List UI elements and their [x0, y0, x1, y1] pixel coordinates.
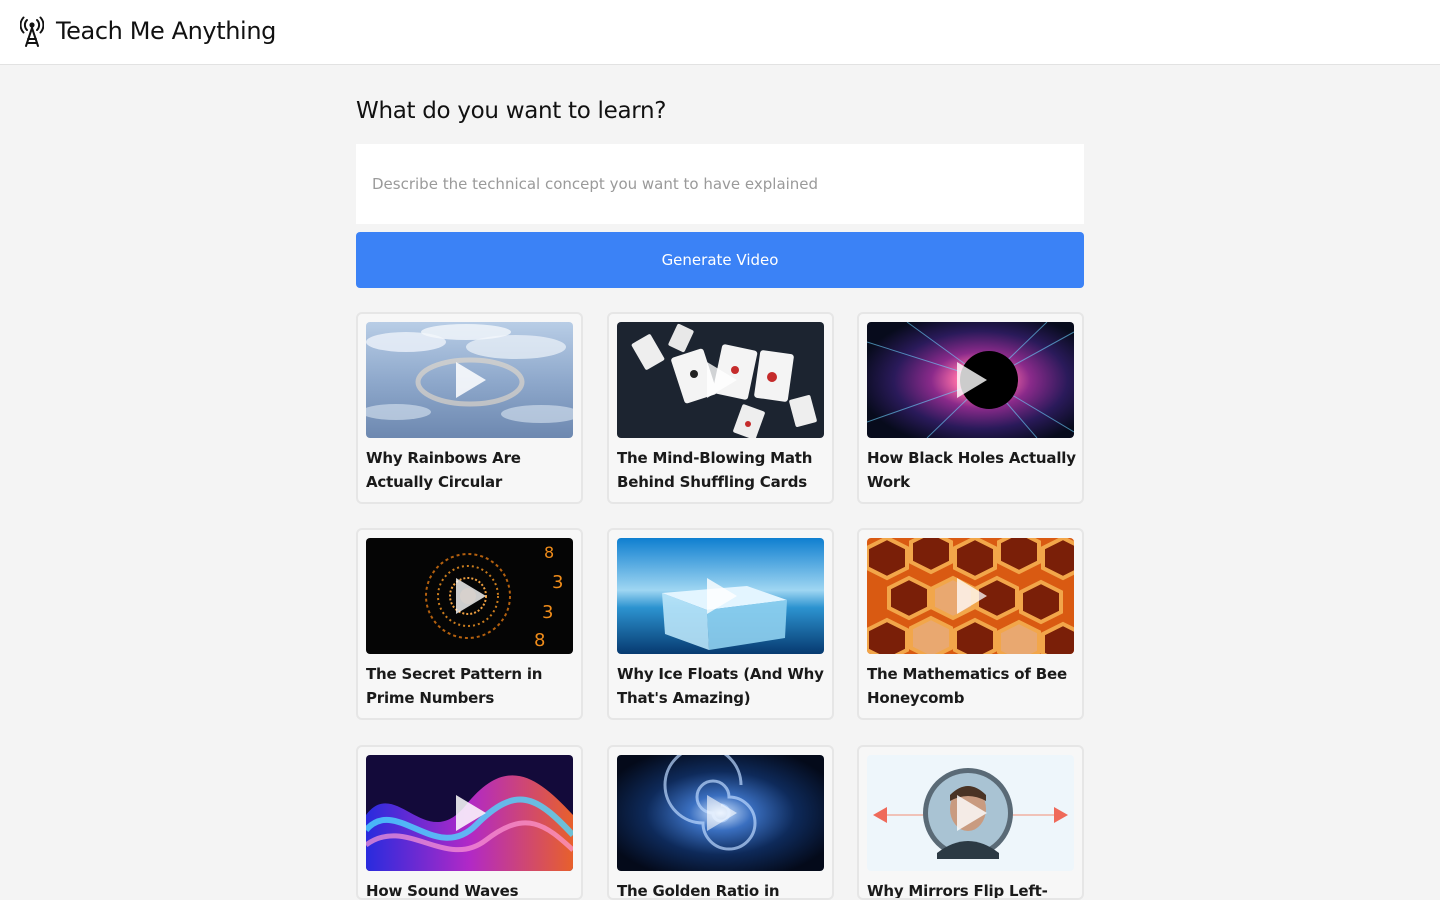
page-heading: What do you want to learn?	[356, 98, 667, 124]
play-icon[interactable]	[452, 360, 488, 400]
digit-glyph: 8	[544, 543, 554, 562]
video-card[interactable]: The Golden Ratio in Nature	[607, 745, 834, 900]
play-icon[interactable]	[703, 360, 739, 400]
video-thumbnail	[617, 538, 824, 654]
digit-glyph: 3	[552, 572, 563, 593]
video-card[interactable]: How Black Holes Actually Work	[857, 312, 1084, 504]
video-title: The Golden Ratio in Nature	[617, 882, 780, 900]
play-icon[interactable]	[953, 576, 989, 616]
play-icon[interactable]	[953, 793, 989, 833]
video-card[interactable]: Why Ice Floats (And Why That's Amazing)	[607, 528, 834, 720]
video-thumbnail	[867, 755, 1074, 871]
top-bar: Teach Me Anything	[0, 0, 1440, 65]
video-title: Why Mirrors Flip Left-Right	[867, 882, 1048, 900]
play-icon[interactable]	[452, 793, 488, 833]
video-title: The Secret Pattern in Prime Numbers	[366, 665, 543, 707]
video-title: Why Rainbows Are Actually Circular	[366, 449, 521, 491]
app-title: Teach Me Anything	[56, 17, 276, 45]
video-title: Why Ice Floats (And Why That's Amazing)	[617, 665, 824, 707]
video-title: How Sound Waves	[366, 882, 519, 900]
video-card[interactable]: The Mind-Blowing Math Behind Shuffling C…	[607, 312, 834, 504]
video-thumbnail	[867, 322, 1074, 438]
video-card[interactable]: The Mathematics of Bee Honeycomb	[857, 528, 1084, 720]
play-icon[interactable]	[703, 576, 739, 616]
video-card[interactable]: Why Mirrors Flip Left-Right	[857, 745, 1084, 900]
video-thumbnail	[867, 538, 1074, 654]
video-card[interactable]: Why Rainbows Are Actually Circular	[356, 312, 583, 504]
video-thumbnail	[617, 322, 824, 438]
radio-tower-icon[interactable]	[20, 16, 44, 48]
concept-input[interactable]	[356, 144, 1084, 224]
video-title: The Mind-Blowing Math Behind Shuffling C…	[617, 449, 813, 491]
digit-glyph: 8	[534, 630, 545, 651]
video-thumbnail	[617, 755, 824, 871]
video-thumbnail	[366, 755, 573, 871]
generate-video-button[interactable]: Generate Video	[356, 232, 1084, 288]
video-thumbnail	[366, 322, 573, 438]
play-icon[interactable]	[953, 360, 989, 400]
video-card[interactable]: 8 3 3 8 The Secret Pattern in Prime Numb…	[356, 528, 583, 720]
play-icon[interactable]	[452, 576, 488, 616]
video-card[interactable]: How Sound Waves	[356, 745, 583, 900]
video-thumbnail: 8 3 3 8	[366, 538, 573, 654]
play-icon[interactable]	[703, 793, 739, 833]
video-title: The Mathematics of Bee Honeycomb	[867, 665, 1067, 707]
video-title: How Black Holes Actually Work	[867, 449, 1076, 491]
digit-glyph: 3	[542, 602, 553, 623]
